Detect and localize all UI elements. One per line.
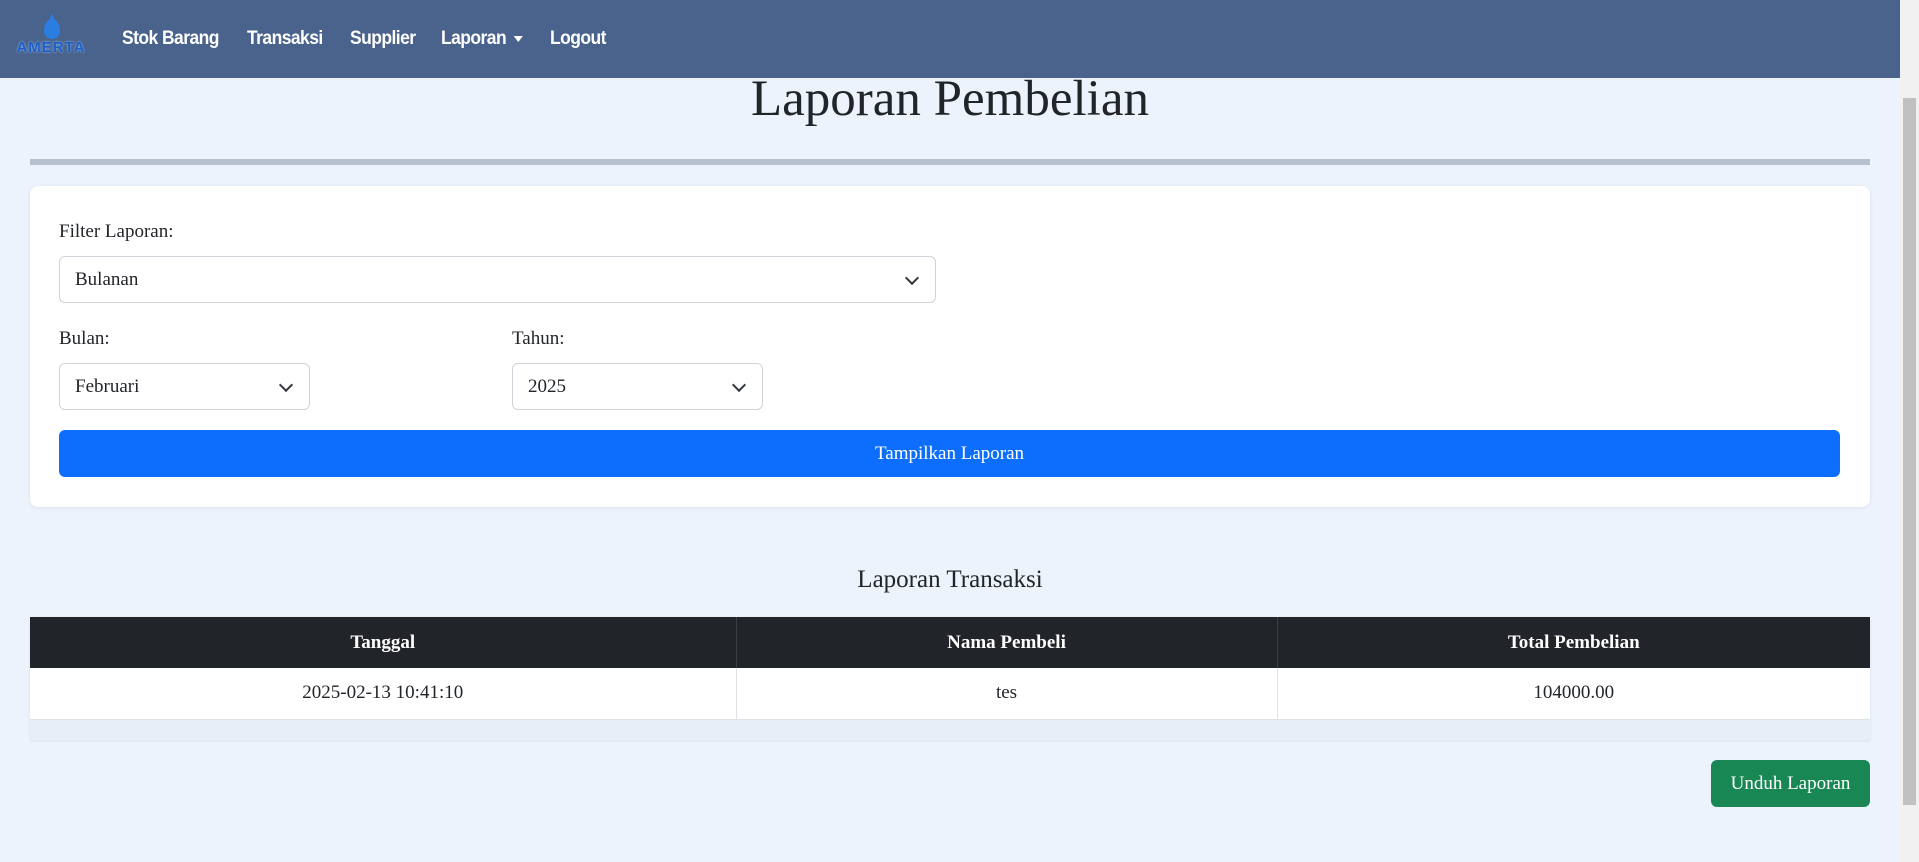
table-row: 2025-02-13 10:41:10 tes 104000.00 (30, 668, 1870, 720)
month-label: Bulan: (59, 328, 110, 349)
download-report-button[interactable]: Unduh Laporan (1711, 760, 1870, 807)
year-select[interactable]: 2025 (512, 363, 763, 410)
filter-select-value: Bulanan (75, 268, 139, 290)
chevron-down-icon (278, 377, 294, 393)
nav-item-laporan-dropdown[interactable]: Laporan (441, 28, 523, 50)
filter-label: Filter Laporan: (59, 221, 174, 242)
column-header-total-pembelian: Total Pembelian (1277, 617, 1870, 668)
nav-item-stok-barang[interactable]: Stok Barang (122, 28, 219, 50)
table-header-row: Tanggal Nama Pembeli Total Pembelian (30, 617, 1870, 668)
year-select-value: 2025 (528, 375, 566, 397)
top-navbar: AMERTA Stok Barang Transaksi Supplier La… (0, 0, 1900, 78)
chevron-down-icon (731, 377, 747, 393)
scrollbar-thumb[interactable] (1903, 98, 1916, 805)
filter-card: Filter Laporan: Bulanan Bulan: Februari … (30, 186, 1870, 507)
water-drop-icon (44, 13, 60, 39)
year-label: Tahun: (512, 328, 565, 349)
page-scrollbar[interactable] (1900, 0, 1919, 862)
page-title: Laporan Pembelian (751, 71, 1149, 127)
caret-down-icon (513, 35, 523, 42)
month-select-value: Februari (75, 375, 140, 397)
cell-nama-pembeli: tes (736, 668, 1278, 720)
title-divider (30, 159, 1870, 165)
nav-item-supplier[interactable]: Supplier (350, 28, 416, 50)
chevron-down-icon (904, 270, 920, 286)
report-table-container: Tanggal Nama Pembeli Total Pembelian 202… (30, 617, 1870, 740)
brand-logo-text: AMERTA (16, 39, 86, 56)
report-table: Tanggal Nama Pembeli Total Pembelian 202… (30, 617, 1870, 720)
nav-item-laporan-label: Laporan (440, 28, 507, 49)
column-header-nama-pembeli: Nama Pembeli (736, 617, 1278, 668)
month-select[interactable]: Februari (59, 363, 310, 410)
nav-item-logout[interactable]: Logout (550, 28, 606, 50)
nav-item-transaksi[interactable]: Transaksi (247, 28, 323, 50)
cell-total-pembelian: 104000.00 (1277, 668, 1870, 720)
filter-select[interactable]: Bulanan (59, 256, 936, 303)
cell-tanggal: 2025-02-13 10:41:10 (30, 668, 737, 720)
show-report-button[interactable]: Tampilkan Laporan (59, 430, 1840, 477)
report-table-title: Laporan Transaksi (857, 566, 1043, 593)
brand-logo[interactable]: AMERTA (14, 13, 88, 61)
column-header-tanggal: Tanggal (30, 617, 737, 668)
